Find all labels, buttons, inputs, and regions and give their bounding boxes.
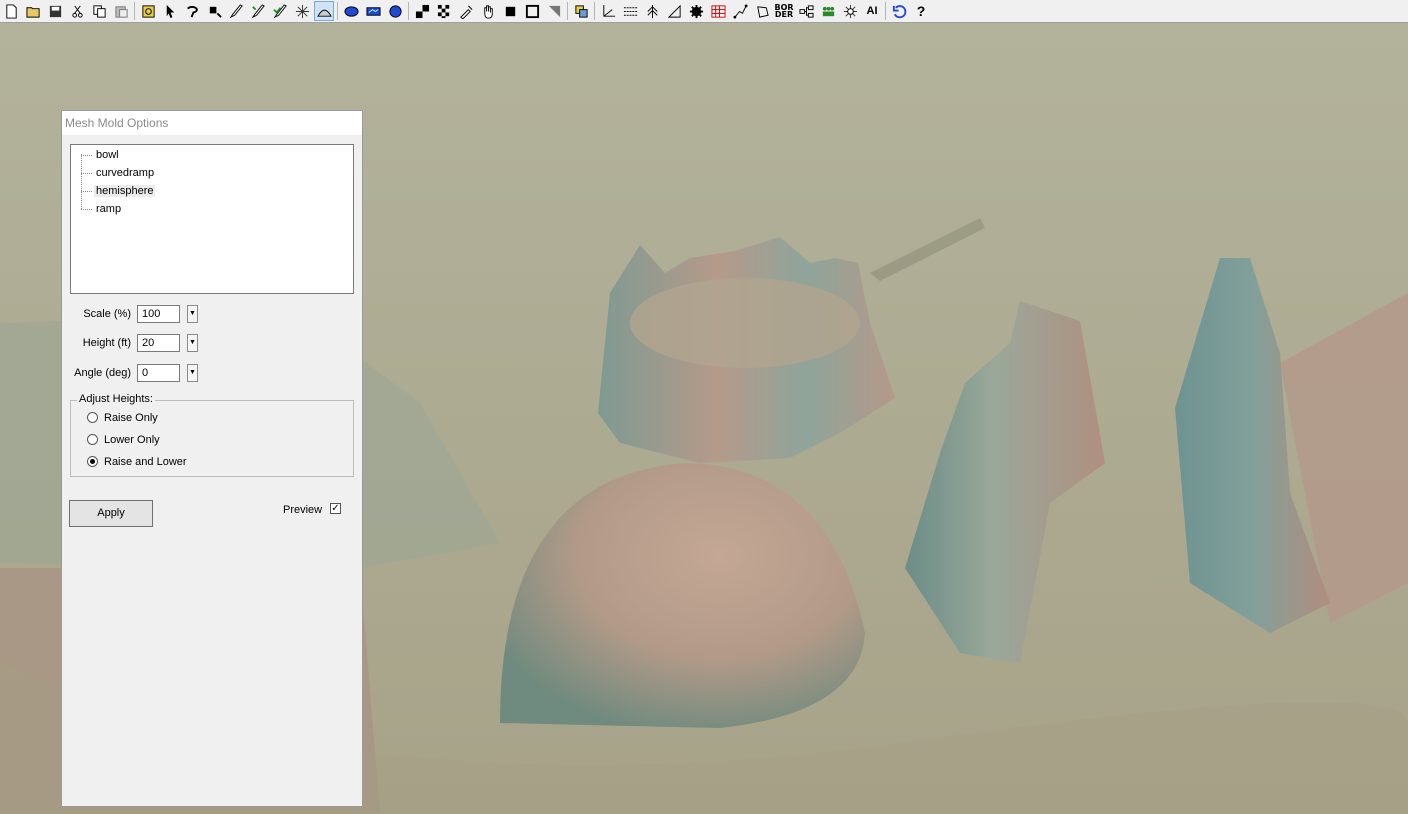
blue-blob-2-icon[interactable] (385, 1, 405, 21)
radio-label: Raise Only (104, 412, 158, 424)
radio-button[interactable] (87, 433, 98, 445)
paint-tool-3-icon[interactable] (270, 1, 290, 21)
terrain-select-icon[interactable] (138, 1, 158, 21)
scale-label: Scale (%) (83, 308, 131, 320)
tree-item-ramp[interactable]: ramp (81, 200, 123, 218)
preview-checkbox[interactable]: ✓ (330, 503, 341, 514)
blue-rect-icon[interactable] (363, 1, 383, 21)
eyedropper-icon[interactable] (456, 1, 476, 21)
checker-icon[interactable] (434, 1, 454, 21)
copy-icon[interactable] (89, 1, 109, 21)
mold-tree[interactable]: bowl curvedramp hemisphere ramp (70, 144, 354, 294)
ai-icon[interactable]: AI (862, 1, 882, 21)
tree-item-hemisphere[interactable]: hemisphere (81, 182, 156, 200)
open-folder-icon[interactable] (23, 1, 43, 21)
panel-title: Mesh Mold Options (62, 111, 362, 135)
scale-dropdown-button[interactable]: ▼ (187, 305, 198, 323)
main-toolbar: BOR DER AI ? (0, 0, 1408, 23)
toolbar-separator (567, 2, 568, 20)
tree-item-label: bowl (96, 149, 119, 161)
apply-button[interactable]: Apply (69, 500, 153, 527)
paste-icon[interactable] (111, 1, 131, 21)
tree-item-bowl[interactable]: bowl (81, 146, 121, 164)
hand-icon[interactable] (478, 1, 498, 21)
radio-raise-and-lower[interactable]: Raise and Lower (87, 454, 187, 470)
gradient-icon[interactable] (544, 1, 564, 21)
lines-icon[interactable] (620, 1, 640, 21)
copy-layers-icon[interactable] (571, 1, 591, 21)
polygon-icon[interactable] (752, 1, 772, 21)
tree-icon[interactable] (642, 1, 662, 21)
angle-dropdown-button[interactable]: ▼ (187, 364, 198, 382)
undo-history-icon[interactable] (889, 1, 909, 21)
radio-button[interactable] (87, 455, 98, 467)
square-outline-icon[interactable] (522, 1, 542, 21)
adjust-heights-group: Adjust Heights: Raise Only Lower Only Ra… (70, 393, 354, 477)
toolbar-separator (594, 2, 595, 20)
pointer-icon[interactable] (160, 1, 180, 21)
help-icon[interactable]: ? (911, 1, 931, 21)
mesh-mold-icon[interactable] (314, 1, 334, 21)
radio-lower-only[interactable]: Lower Only (87, 432, 160, 448)
hierarchy-icon[interactable] (796, 1, 816, 21)
toolbar-separator (885, 2, 886, 20)
height-input[interactable]: 20 (137, 334, 180, 352)
tree-item-label: ramp (96, 203, 122, 215)
radio-button[interactable] (87, 411, 98, 423)
pattern-icon[interactable] (412, 1, 432, 21)
angle-label: Angle (deg) (74, 367, 131, 379)
paint-tool-icon[interactable] (226, 1, 246, 21)
save-icon[interactable] (45, 1, 65, 21)
toolbar-separator (408, 2, 409, 20)
tree-item-label: curvedramp (96, 167, 155, 179)
angle-input[interactable]: 0 (137, 364, 180, 382)
radio-label: Lower Only (104, 434, 160, 446)
scale-input[interactable]: 100 (137, 305, 180, 323)
paint-tool-2-icon[interactable] (248, 1, 268, 21)
path-icon[interactable] (730, 1, 750, 21)
ai-label: AI (866, 5, 878, 17)
square-fill-icon[interactable] (500, 1, 520, 21)
tree-item-curvedramp[interactable]: curvedramp (81, 164, 156, 182)
cut-icon[interactable] (67, 1, 87, 21)
height-label: Height (ft) (82, 337, 131, 349)
mesh-mold-options-panel: Mesh Mold Options bowl curvedramp hemisp… (61, 110, 363, 807)
axes-icon[interactable] (598, 1, 618, 21)
adjust-heights-title: Adjust Heights: (77, 393, 155, 405)
toolbar-separator (337, 2, 338, 20)
tree-item-label: hemisphere (94, 185, 156, 197)
grid-image-icon[interactable] (708, 1, 728, 21)
radio-label: Raise and Lower (104, 456, 187, 468)
toolbar-separator (134, 2, 135, 20)
height-dropdown-button[interactable]: ▼ (187, 334, 198, 352)
new-file-icon[interactable] (1, 1, 21, 21)
blue-blob-icon[interactable] (341, 1, 361, 21)
border-label-bottom: DER (774, 10, 794, 19)
border-icon[interactable]: BOR DER (774, 1, 794, 21)
magic-select-icon[interactable] (204, 1, 224, 21)
lasso-icon[interactable] (182, 1, 202, 21)
units-icon[interactable] (818, 1, 838, 21)
starburst-icon[interactable] (292, 1, 312, 21)
preview-label: Preview (283, 504, 323, 516)
radio-raise-only[interactable]: Raise Only (87, 410, 158, 426)
gear-icon[interactable] (686, 1, 706, 21)
angle-icon[interactable] (664, 1, 684, 21)
rotate-icon[interactable] (840, 1, 860, 21)
